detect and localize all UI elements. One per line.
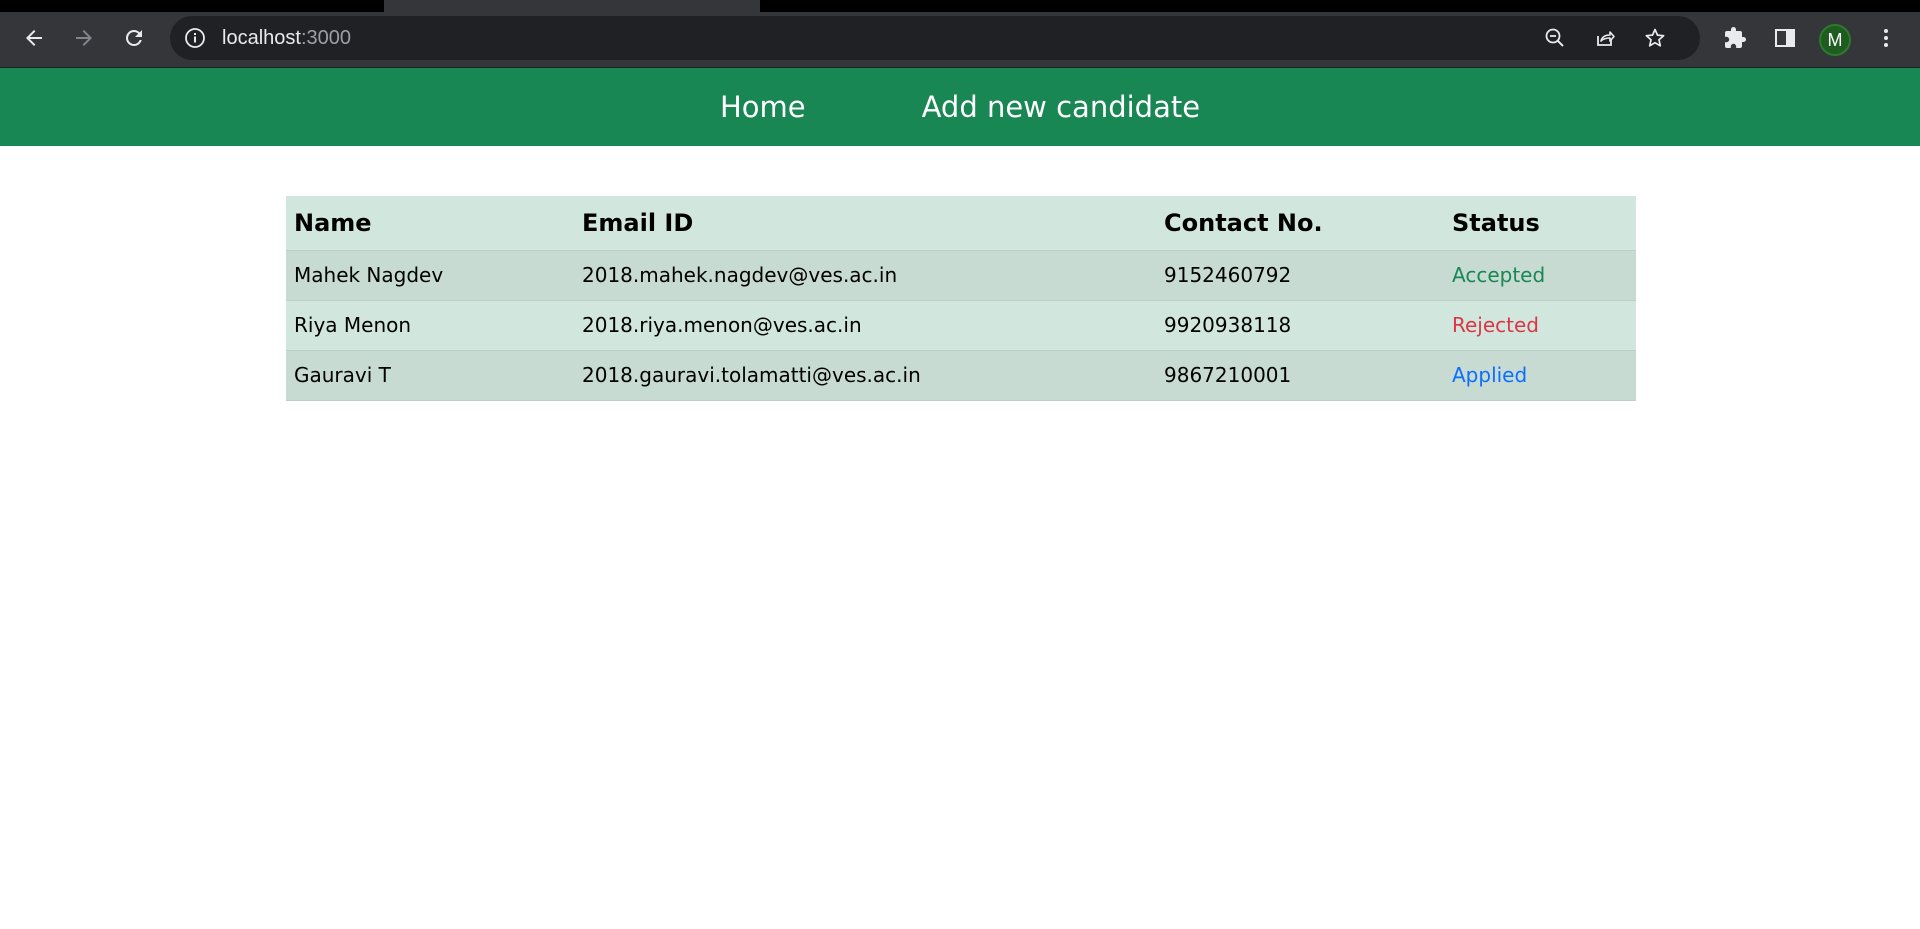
header-row: Name Email ID Contact No. Status xyxy=(286,196,1636,251)
profile-button[interactable]: M xyxy=(1817,22,1853,58)
kebab-menu-icon xyxy=(1874,26,1898,55)
cell-email: 2018.mahek.nagdev@ves.ac.in xyxy=(582,263,898,287)
table-header: Name Email ID Contact No. Status xyxy=(286,196,1636,251)
extensions-button[interactable] xyxy=(1717,22,1753,58)
tab-active[interactable] xyxy=(384,0,760,12)
url-port: :3000 xyxy=(300,27,351,49)
reload-icon xyxy=(122,26,146,55)
table-row: Mahek Nagdev 2018.mahek.nagdev@ves.ac.in… xyxy=(286,250,1636,300)
forward-button[interactable] xyxy=(66,22,102,58)
arrow-left-icon xyxy=(22,26,46,55)
back-button[interactable] xyxy=(16,22,52,58)
column-header-status: Status xyxy=(1444,196,1636,251)
table-row: Gauravi T 2018.gauravi.tolamatti@ves.ac.… xyxy=(286,350,1636,400)
address-bar[interactable]: localhost:3000 xyxy=(170,16,1700,60)
table-row: Riya Menon 2018.riya.menon@ves.ac.in 992… xyxy=(286,300,1636,350)
candidates-table: Name Email ID Contact No. Status Mahek N… xyxy=(286,196,1636,401)
url-host: localhost xyxy=(222,27,301,49)
side-panel-icon xyxy=(1773,26,1797,55)
column-header-name: Name xyxy=(286,196,574,251)
nav-link-home[interactable]: Home xyxy=(720,90,806,124)
zoom-out-icon[interactable] xyxy=(1540,23,1570,53)
side-panel-button[interactable] xyxy=(1767,22,1803,58)
cell-contact: 9867210001 xyxy=(1164,363,1292,387)
tab-strip xyxy=(0,0,1920,12)
table-body: Mahek Nagdev 2018.mahek.nagdev@ves.ac.in… xyxy=(286,250,1636,400)
column-header-email: Email ID xyxy=(574,196,1156,251)
tab-inactive[interactable] xyxy=(760,0,1520,12)
cell-name: Riya Menon xyxy=(294,313,412,337)
cell-email: 2018.gauravi.tolamatti@ves.ac.in xyxy=(582,363,921,387)
cell-name: Gauravi T xyxy=(294,363,391,387)
reload-button[interactable] xyxy=(116,22,152,58)
cell-contact: 9152460792 xyxy=(1164,263,1292,287)
cell-status: Applied xyxy=(1452,363,1528,387)
cell-email: 2018.riya.menon@ves.ac.in xyxy=(582,313,862,337)
star-icon[interactable] xyxy=(1640,23,1670,53)
nav-link-add-candidate[interactable]: Add new candidate xyxy=(922,90,1200,124)
arrow-right-icon xyxy=(72,26,96,55)
info-icon[interactable] xyxy=(184,27,206,49)
share-icon[interactable] xyxy=(1590,23,1620,53)
browser-toolbar: localhost:3000 M xyxy=(0,12,1920,68)
browser-chrome: localhost:3000 M xyxy=(0,0,1920,68)
cell-status: Accepted xyxy=(1452,263,1546,287)
url-text[interactable]: localhost:3000 xyxy=(222,28,351,48)
cell-contact: 9920938118 xyxy=(1164,313,1292,337)
cell-status: Rejected xyxy=(1452,313,1540,337)
puzzle-icon xyxy=(1723,26,1747,55)
app-navbar: Home Add new candidate xyxy=(0,68,1920,146)
avatar: M xyxy=(1819,24,1851,56)
cell-name: Mahek Nagdev xyxy=(294,263,444,287)
main-content: Name Email ID Contact No. Status Mahek N… xyxy=(286,196,1636,401)
column-header-contact: Contact No. xyxy=(1156,196,1444,251)
browser-menu-button[interactable] xyxy=(1868,22,1904,58)
